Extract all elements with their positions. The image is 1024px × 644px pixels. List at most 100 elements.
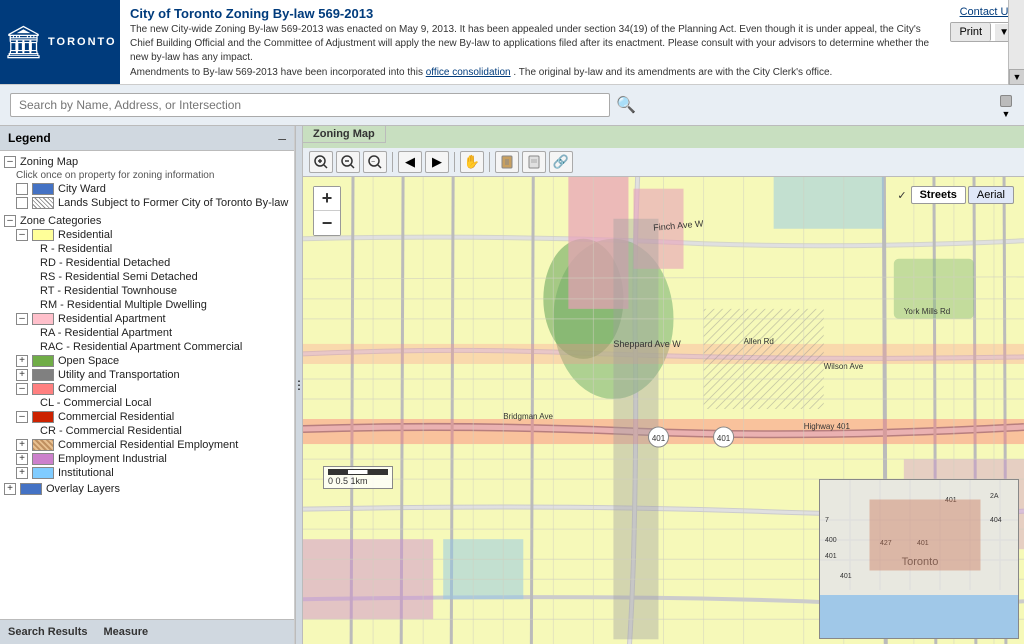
label-click-info: Click once on property for zoning inform… — [16, 170, 214, 181]
map-toolbar: − ◀ ▶ ✋ 🔗 — [303, 148, 1024, 177]
tree-item-rm-res[interactable]: RM - Residential Multiple Dwelling — [0, 298, 294, 312]
label-employment-industrial: Employment Industrial — [58, 453, 167, 465]
print-button[interactable]: Print — [951, 23, 991, 41]
zoom-in-button[interactable]: + — [314, 187, 340, 211]
label-ra: RA - Residential Apartment — [40, 327, 172, 339]
tree-item-residential[interactable]: – Residential — [0, 228, 294, 242]
pan-tool[interactable]: ✋ — [460, 151, 484, 173]
swatch-overlay-layers — [20, 483, 42, 495]
zoom-full-tool[interactable]: − — [363, 151, 387, 173]
link-tool[interactable]: 🔗 — [549, 151, 573, 173]
svg-text:2A: 2A — [990, 493, 999, 500]
legend-collapse-button[interactable]: – — [278, 130, 286, 146]
tree-item-cr[interactable]: CR - Commercial Residential — [0, 424, 294, 438]
swatch-institutional — [32, 467, 54, 479]
expand-icon-res-apartment[interactable]: – — [16, 313, 28, 325]
label-rt-res: RT - Residential Townhouse — [40, 285, 177, 297]
label-institutional: Institutional — [58, 467, 114, 479]
tree-item-utility-transport[interactable]: + Utility and Transportation — [0, 368, 294, 382]
label-r-res: R - Residential — [40, 243, 112, 255]
tree-item-r-res[interactable]: R - Residential — [0, 242, 294, 256]
zoom-out-button[interactable]: − — [314, 211, 340, 235]
expand-icon-zone-categories[interactable]: – — [4, 215, 16, 227]
scrollbar-down-button[interactable]: ▼ — [1009, 69, 1024, 85]
toolbar-sep-2 — [454, 152, 455, 172]
search-input[interactable] — [10, 93, 610, 117]
label-comm-res-employment: Commercial Residential Employment — [58, 439, 238, 451]
svg-text:Bridgman Ave: Bridgman Ave — [503, 412, 553, 421]
tree-item-rs-res[interactable]: RS - Residential Semi Detached — [0, 270, 294, 284]
aerial-button[interactable]: Aerial — [968, 186, 1014, 204]
legend-header[interactable]: Legend – — [0, 126, 294, 151]
tree-item-ra[interactable]: RA - Residential Apartment — [0, 326, 294, 340]
label-rac: RAC - Residential Apartment Commercial — [40, 341, 242, 353]
zoom-out-tool[interactable] — [336, 151, 360, 173]
checkbox-city-ward[interactable] — [16, 183, 28, 195]
map-canvas[interactable]: Finch Ave W Sheppard Ave W Highway 401 W… — [303, 174, 1024, 644]
tree-item-comm-res-employment[interactable]: + Commercial Residential Employment — [0, 438, 294, 452]
swatch-commercial — [32, 383, 54, 395]
tree-item-rt-res[interactable]: RT - Residential Townhouse — [0, 284, 294, 298]
swatch-res-apartment — [32, 313, 54, 325]
tree-item-click-info: Click once on property for zoning inform… — [0, 169, 294, 182]
expand-icon-employment-industrial[interactable]: + — [16, 453, 28, 465]
pan-right-tool[interactable]: ▶ — [425, 151, 449, 173]
tree-item-rac[interactable]: RAC - Residential Apartment Commercial — [0, 340, 294, 354]
tree-item-open-space[interactable]: + Open Space — [0, 354, 294, 368]
expand-icon-overlay-layers[interactable]: + — [4, 483, 16, 495]
map-tab[interactable]: Zoning Map — [303, 126, 386, 143]
panel-resize-handle[interactable]: ⋮ — [295, 126, 303, 644]
search-scrollbar-handle[interactable] — [1000, 95, 1012, 107]
search-results-tab[interactable]: Search Results — [8, 624, 87, 640]
tree-item-comm-residential[interactable]: – Commercial Residential — [0, 410, 294, 424]
expand-icon-residential[interactable]: – — [16, 229, 28, 241]
tree-item-zoning-map[interactable]: – Zoning Map — [0, 155, 294, 169]
select-tool[interactable] — [522, 151, 546, 173]
label-res-apartment: Residential Apartment — [58, 313, 166, 325]
streets-button[interactable]: Streets — [911, 186, 966, 204]
zoom-in-tool[interactable] — [309, 151, 333, 173]
tree-item-city-ward[interactable]: City Ward — [0, 182, 294, 196]
header-scrollbar[interactable]: ▼ — [1008, 0, 1024, 85]
tree-item-overlay-layers[interactable]: + Overlay Layers — [0, 482, 294, 496]
measure-tab[interactable]: Measure — [103, 624, 148, 640]
swatch-residential — [32, 229, 54, 241]
contact-us-button[interactable]: Contact Us — [960, 6, 1014, 18]
tree-item-rd-res[interactable]: RD - Residential Detached — [0, 256, 294, 270]
tree-item-institutional[interactable]: + Institutional — [0, 466, 294, 480]
label-rs-res: RS - Residential Semi Detached — [40, 271, 198, 283]
pan-left-tool[interactable]: ◀ — [398, 151, 422, 173]
expand-icon-zoning-map[interactable]: – — [4, 156, 16, 168]
svg-text:York Mills Rd: York Mills Rd — [904, 307, 950, 316]
expand-icon-utility-transport[interactable]: + — [16, 369, 28, 381]
expand-icon-comm-res-employment[interactable]: + — [16, 439, 28, 451]
tree-item-employment-industrial[interactable]: + Employment Industrial — [0, 452, 294, 466]
search-scrollbar-down[interactable]: ▼ — [1002, 109, 1011, 119]
office-consolidation-link[interactable]: office consolidation — [426, 67, 511, 78]
svg-text:401: 401 — [840, 573, 852, 580]
tree-item-cl[interactable]: CL - Commercial Local — [0, 396, 294, 410]
tree-item-former-city[interactable]: Lands Subject to Former City of Toronto … — [0, 196, 294, 210]
tree-item-res-apartment[interactable]: – Residential Apartment — [0, 312, 294, 326]
swatch-utility-transport — [32, 369, 54, 381]
main-content: Legend – – Zoning Map Click once on prop… — [0, 126, 1024, 644]
expand-icon-institutional[interactable]: + — [16, 467, 28, 479]
map-view-toggle: ✓ Streets Aerial — [897, 186, 1014, 204]
expand-icon-commercial[interactable]: – — [16, 383, 28, 395]
label-open-space: Open Space — [58, 355, 119, 367]
map-area[interactable]: Zoning Map − ◀ ▶ ✋ 🔗 — [303, 126, 1024, 644]
expand-icon-open-space[interactable]: + — [16, 355, 28, 367]
tree-item-zone-categories[interactable]: – Zone Categories — [0, 214, 294, 228]
left-panel-bottom: Search Results Measure — [0, 619, 294, 644]
search-button[interactable]: 🔍 — [616, 95, 636, 115]
identify-tool[interactable] — [495, 151, 519, 173]
swatch-employment-industrial — [32, 453, 54, 465]
tree-item-commercial[interactable]: – Commercial — [0, 382, 294, 396]
app-header: 🏛 TORONTO City of Toronto Zoning By-law … — [0, 0, 1024, 85]
checkbox-former-city[interactable] — [16, 197, 28, 209]
scale-label: 0 0.5 1km — [328, 476, 388, 486]
svg-text:404: 404 — [990, 517, 1002, 524]
label-commercial: Commercial — [58, 383, 117, 395]
expand-icon-comm-residential[interactable]: – — [16, 411, 28, 423]
zoom-controls: + − — [313, 186, 341, 236]
